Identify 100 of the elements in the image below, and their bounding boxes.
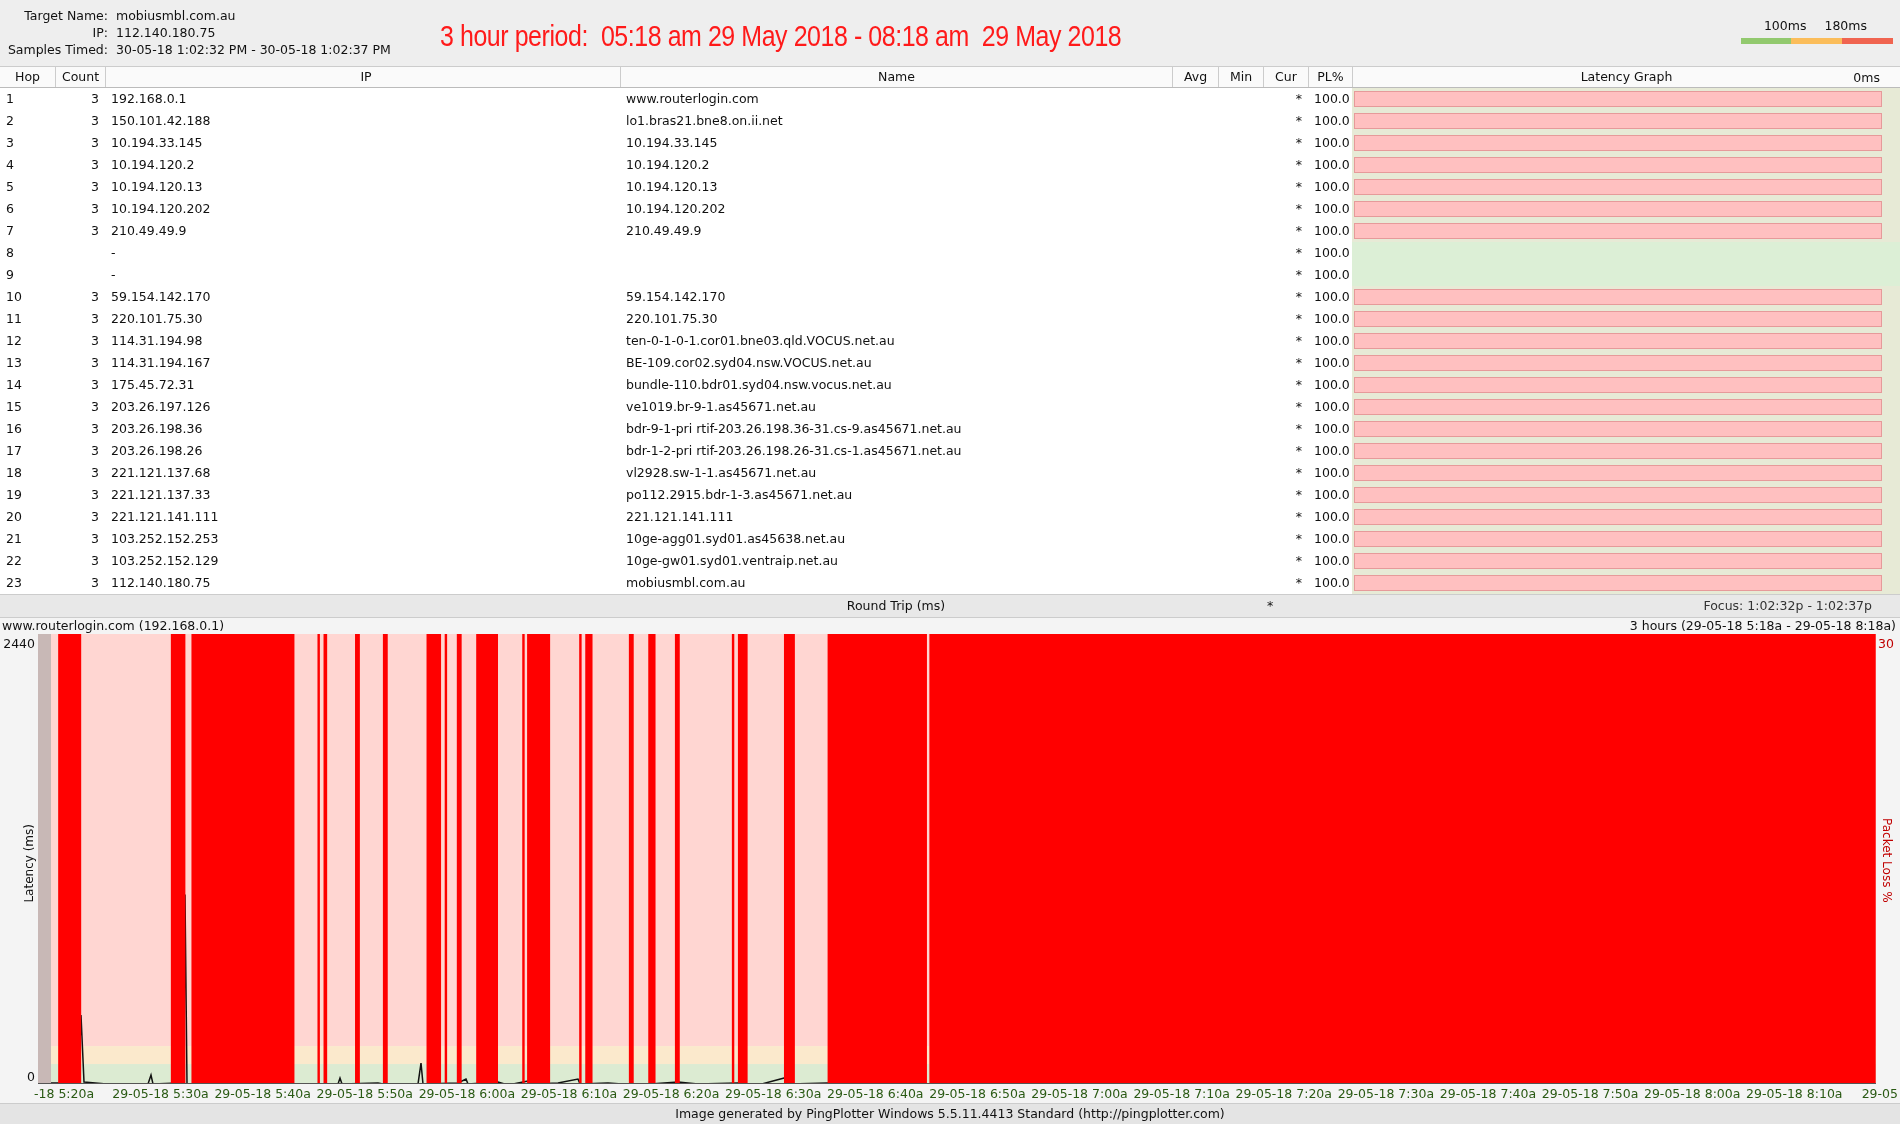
table-cell-text: 20	[5, 508, 23, 526]
column-header[interactable]: IP	[105, 67, 620, 87]
table-cell: *	[1295, 245, 1302, 260]
table-cell-text: 192.168.0.1	[110, 90, 188, 108]
table-cell-text: 12	[5, 332, 23, 350]
chart-title: www.routerlogin.com (192.168.0.1)	[2, 618, 225, 634]
table-cell: 3	[91, 443, 99, 458]
table-cell-text: 13	[5, 354, 23, 372]
x-axis-tick-label: 29-05-18 8:00a	[1643, 1086, 1741, 1101]
table-cell: bdr-1-2-pri rtif-203.26.198.26-31.cs-1.as45671.net.au	[626, 443, 962, 458]
info-label: Target Name:	[23, 8, 108, 23]
table-cell: *	[1295, 157, 1302, 172]
table-cell: *	[1295, 179, 1302, 194]
table-cell-text: 59.154.142.170	[110, 288, 212, 306]
table-cell-text: 221.121.141.111	[110, 508, 220, 526]
table-cell: 100.0	[1314, 553, 1350, 568]
table-cell: 100.0	[1314, 509, 1350, 524]
table-cell: *	[1295, 531, 1302, 546]
x-axis-tick-label: 29-05-18 6:30a	[724, 1086, 822, 1101]
table-cell: 3	[91, 531, 99, 546]
table-cell: *	[1295, 355, 1302, 370]
table-cell: 100.0	[1314, 289, 1350, 304]
x-axis-tick-label: 29-05-18 8:10a	[1746, 1086, 1843, 1101]
table-cell: 220.101.75.30	[626, 311, 718, 326]
table-cell: *	[1295, 135, 1302, 150]
table-cell: 100.0	[1314, 421, 1350, 436]
table-cell: 100.0	[1314, 575, 1350, 590]
table-cell: 3	[91, 333, 99, 348]
table-cell-text: 18	[5, 464, 23, 482]
table-cell-text: 22	[5, 552, 23, 570]
table-cell: 100.0	[1314, 311, 1350, 326]
table-cell: ve1019.br-9-1.as45671.net.au	[626, 399, 817, 414]
table-cell: *	[1295, 223, 1302, 238]
summary-label: Round Trip (ms)	[845, 597, 947, 615]
table-cell-text: 221.121.137.68	[110, 464, 212, 482]
legend-label: 180ms	[1824, 18, 1867, 33]
table-cell-text: 10.194.120.2	[110, 156, 196, 174]
table-cell: www.routerlogin.com	[626, 91, 759, 106]
column-header[interactable]: Cur	[1263, 67, 1308, 87]
x-axis-tick-label: 29-05-18 6:20a	[622, 1086, 720, 1101]
table-cell-text: 203.26.198.36	[110, 420, 204, 438]
column-header[interactable]: PL%	[1308, 67, 1352, 87]
x-axis-tick-label: 29-05-18 7:30a	[1337, 1086, 1435, 1101]
column-header[interactable]: Count	[55, 67, 105, 87]
table-cell-text: 150.101.42.188	[110, 112, 212, 130]
table-cell: *	[1295, 201, 1302, 216]
table-cell: 3	[91, 421, 99, 436]
column-header[interactable]: Name	[620, 67, 1172, 87]
table-cell: 3	[91, 135, 99, 150]
table-cell-text: 19	[5, 486, 23, 504]
table-cell-text: 15	[5, 398, 23, 416]
table-cell: 100.0	[1314, 333, 1350, 348]
table-cell: lo1.bras21.bne8.on.ii.net	[626, 113, 783, 128]
table-cell: 100.0	[1314, 267, 1350, 282]
table-cell: po112.2915.bdr-1-3.as45671.net.au	[626, 487, 853, 502]
table-cell: *	[1295, 509, 1302, 524]
x-axis-tick-label: 29-05-18 6:40a	[827, 1086, 924, 1101]
table-cell: 100.0	[1314, 113, 1350, 128]
table-cell: 100.0	[1314, 465, 1350, 480]
table-cell: *	[1295, 399, 1302, 414]
table-cell: 3	[91, 465, 99, 480]
table-cell-text: 114.31.194.98	[110, 332, 204, 350]
table-cell: 100.0	[1314, 179, 1350, 194]
table-cell-text: 10.194.120.13	[110, 178, 204, 196]
loss-axis-max: 30	[1878, 636, 1894, 651]
y-axis-min: 0	[27, 1069, 35, 1084]
table-cell: 3	[91, 157, 99, 172]
table-cell-text: -	[110, 266, 117, 284]
table-cell-text: 203.26.197.126	[110, 398, 212, 416]
info-label: IP:	[91, 25, 108, 40]
column-header[interactable]: Hop	[0, 67, 55, 87]
table-cell: *	[1295, 443, 1302, 458]
footer-text: Image generated by PingPlotter Windows 5.5.11.4413 Standard (http://pingplotter.com)	[675, 1106, 1225, 1121]
column-header[interactable]: Avg	[1172, 67, 1218, 87]
table-cell: 10ge-gw01.syd01.ventraip.net.au	[626, 553, 838, 568]
table-cell: 3	[91, 399, 99, 414]
table-cell-text: 221.121.137.33	[110, 486, 212, 504]
table-cell: 3	[91, 377, 99, 392]
table-cell: *	[1295, 377, 1302, 392]
table-cell-text: 103.252.152.253	[110, 530, 220, 548]
table-cell: *	[1295, 267, 1302, 282]
column-header[interactable]: Min	[1218, 67, 1263, 87]
info-value: 112.140.180.75	[116, 25, 217, 40]
graph-scale-label: 0ms	[1853, 69, 1880, 87]
table-cell-text: 8	[5, 244, 15, 262]
table-cell: 210.49.49.9	[626, 223, 702, 238]
table-cell-text: 10.194.33.145	[110, 134, 204, 152]
x-axis-tick-label: 29-05-18 6:10a	[520, 1086, 618, 1101]
y-axis-title: Latency (ms)	[22, 824, 36, 903]
table-cell: *	[1295, 553, 1302, 568]
x-axis-tick-label: 29-05-18 6:50a	[929, 1086, 1026, 1101]
table-cell-text: 210.49.49.9	[110, 222, 188, 240]
table-cell-text: 3	[5, 134, 15, 152]
table-cell: *	[1295, 91, 1302, 106]
table-cell: 3	[91, 223, 99, 238]
table-cell: 3	[91, 179, 99, 194]
table-cell: 100.0	[1314, 245, 1350, 260]
table-cell: *	[1295, 113, 1302, 128]
chart-range: 3 hours (29-05-18 5:18a - 29-05-18 8:18a)	[1629, 618, 1896, 634]
table-cell-text: 112.140.180.75	[110, 574, 212, 592]
